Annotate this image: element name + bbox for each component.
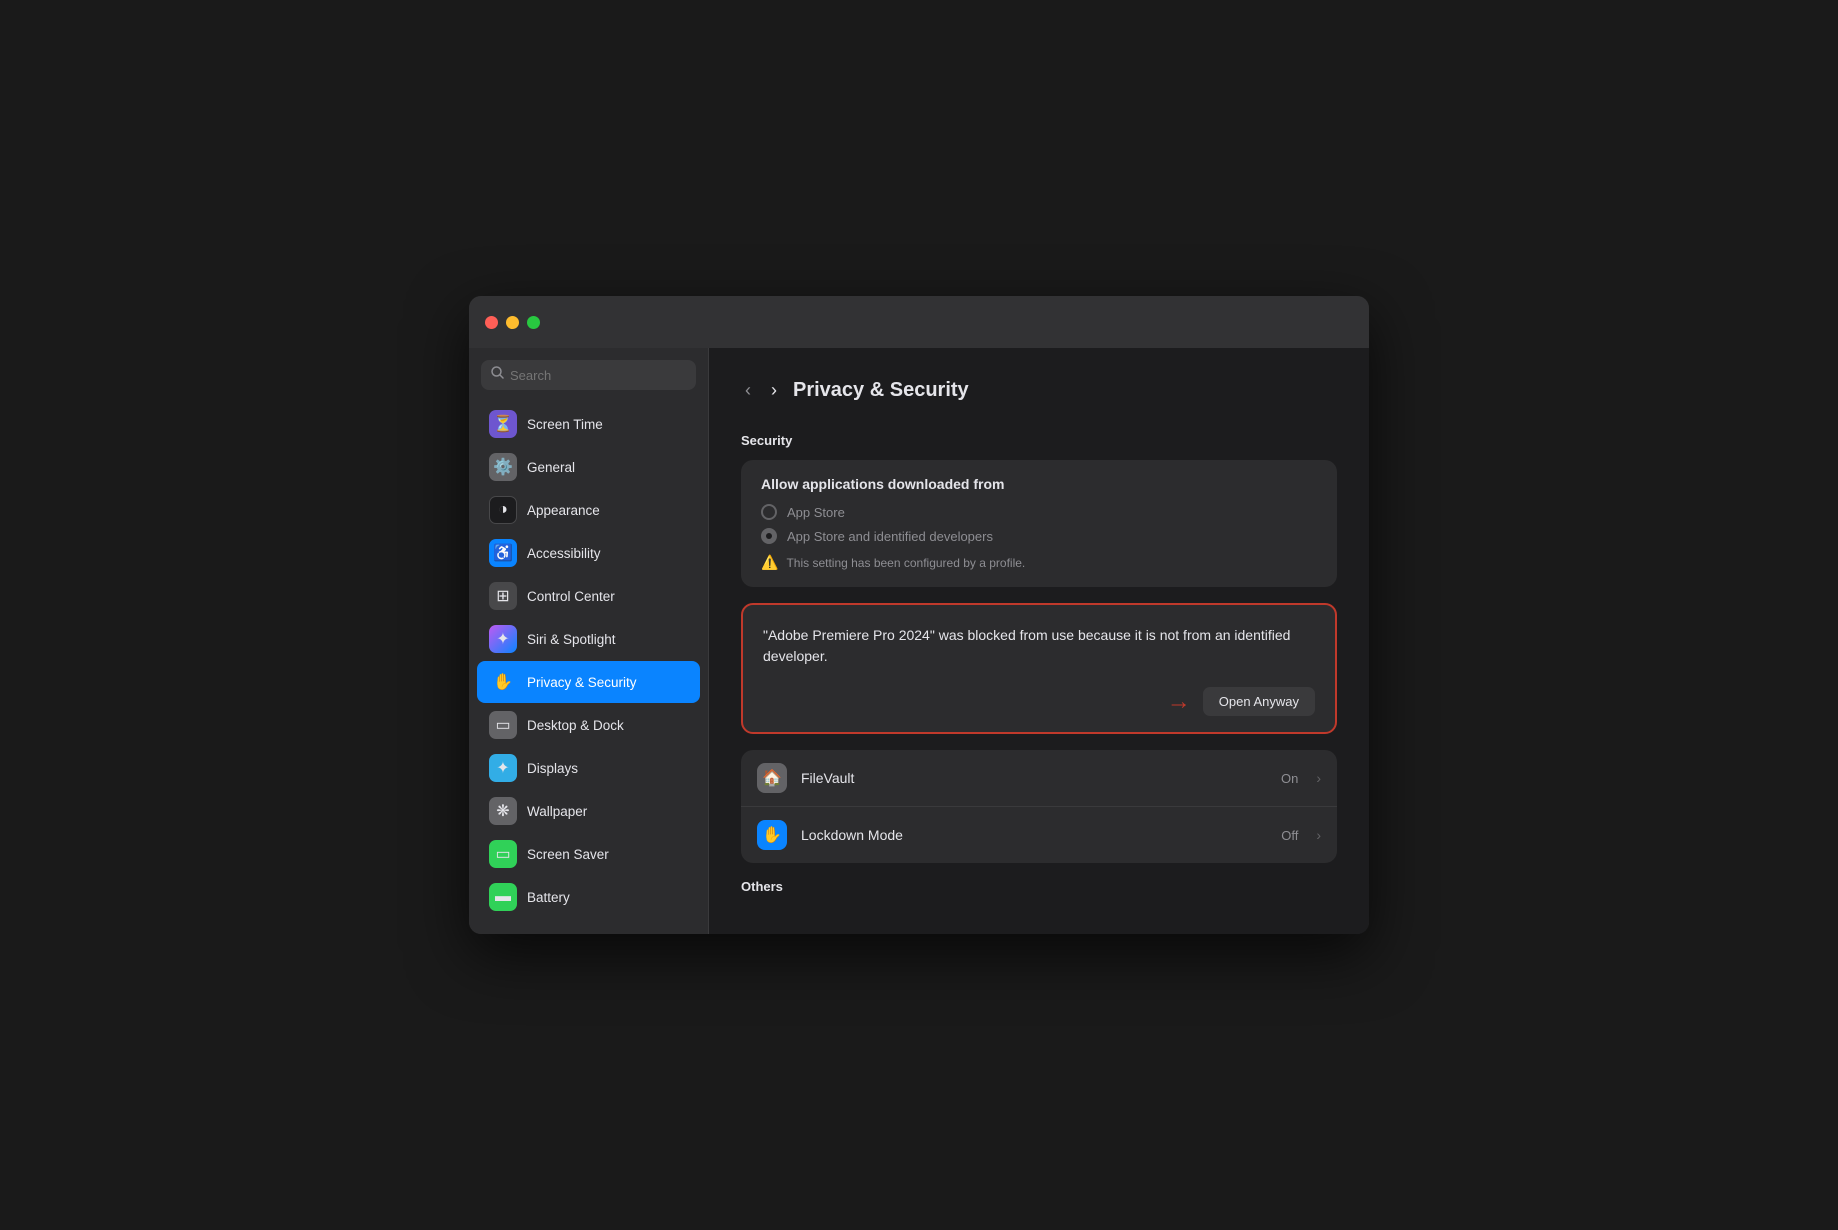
close-button[interactable] [485,316,498,329]
traffic-lights [485,316,540,329]
sidebar-label-screen-saver: Screen Saver [527,847,609,862]
sidebar-item-privacy-security[interactable]: ✋ Privacy & Security [477,661,700,703]
allow-downloads-title: Allow applications downloaded from [761,476,1317,492]
lockdown-mode-row[interactable]: ✋ Lockdown Mode Off › [741,807,1337,863]
search-input[interactable] [510,368,686,383]
lockdown-mode-value: Off [1281,828,1298,843]
radio-app-store-identified[interactable]: App Store and identified developers [761,528,1317,544]
sidebar-item-wallpaper[interactable]: ❋ Wallpaper [477,790,700,832]
page-title: Privacy & Security [793,379,969,402]
filevault-label: FileVault [801,770,1267,786]
filevault-icon: 🏠 [757,763,787,793]
sidebar-item-displays[interactable]: ✦ Displays [477,747,700,789]
window-body: ⏳ Screen Time ⚙️ General ◑ Appearance ♿ Accessi… [469,348,1369,934]
back-arrow[interactable]: ‹ [741,376,755,405]
sidebar-label-displays: Displays [527,761,578,776]
sidebar-label-wallpaper: Wallpaper [527,804,587,819]
search-icon [491,366,504,384]
minimize-button[interactable] [506,316,519,329]
sidebar-icon-screen-saver: ▭ [489,840,517,868]
radio-app-store-identified-circle[interactable] [761,528,777,544]
security-section-title: Security [741,433,1337,448]
main-content: ‹ › Privacy & Security Security Allow ap… [709,348,1369,934]
warning-icon: ⚠️ [761,554,778,571]
sidebar-icon-wallpaper: ❋ [489,797,517,825]
sidebar-item-siri-spotlight[interactable]: ✦ Siri & Spotlight [477,618,700,660]
sidebar-icon-screen-time: ⏳ [489,410,517,438]
blocked-app-message: "Adobe Premiere Pro 2024" was blocked fr… [763,625,1315,667]
search-bar[interactable] [481,360,696,390]
sidebar-item-accessibility[interactable]: ♿ Accessibility [477,532,700,574]
sidebar-label-battery: Battery [527,890,570,905]
nav-header: ‹ › Privacy & Security [741,376,1337,405]
allow-downloads-card: Allow applications downloaded from App S… [741,460,1337,587]
sidebar-icon-displays: ✦ [489,754,517,782]
maximize-button[interactable] [527,316,540,329]
sidebar-items: ⏳ Screen Time ⚙️ General ◑ Appearance ♿ Accessi… [469,402,708,919]
sidebar-icon-appearance: ◑ [489,496,517,524]
sidebar-item-screen-saver[interactable]: ▭ Screen Saver [477,833,700,875]
open-anyway-row: → Open Anyway [763,687,1315,716]
filevault-value: On [1281,771,1298,786]
sidebar-label-control-center: Control Center [527,589,615,604]
sidebar-icon-siri-spotlight: ✦ [489,625,517,653]
lockdown-mode-chevron: › [1316,827,1321,843]
sidebar-icon-accessibility: ♿ [489,539,517,567]
lockdown-mode-label: Lockdown Mode [801,827,1267,843]
sidebar-icon-privacy-security: ✋ [489,668,517,696]
others-section-title: Others [741,879,1337,894]
radio-app-store-identified-label: App Store and identified developers [787,529,993,544]
sidebar-icon-control-center: ⊞ [489,582,517,610]
sidebar-item-appearance[interactable]: ◑ Appearance [477,489,700,531]
filevault-row[interactable]: 🏠 FileVault On › [741,750,1337,807]
filevault-chevron: › [1316,770,1321,786]
radio-app-store-circle[interactable] [761,504,777,520]
sidebar: ⏳ Screen Time ⚙️ General ◑ Appearance ♿ Accessi… [469,348,709,934]
sidebar-item-battery[interactable]: ▬ Battery [477,876,700,918]
blocked-app-card: "Adobe Premiere Pro 2024" was blocked fr… [741,603,1337,734]
profile-warning-text: This setting has been configured by a pr… [786,556,1025,570]
radio-app-store[interactable]: App Store [761,504,1317,520]
titlebar [469,296,1369,348]
forward-arrow[interactable]: › [767,376,781,405]
radio-app-store-label: App Store [787,505,845,520]
sidebar-label-screen-time: Screen Time [527,417,603,432]
sidebar-label-desktop-dock: Desktop & Dock [527,718,624,733]
profile-warning: ⚠️ This setting has been configured by a… [761,554,1317,571]
sidebar-label-general: General [527,460,575,475]
sidebar-item-desktop-dock[interactable]: ▭ Desktop & Dock [477,704,700,746]
sidebar-label-siri-spotlight: Siri & Spotlight [527,632,616,647]
sidebar-icon-battery: ▬ [489,883,517,911]
sidebar-item-control-center[interactable]: ⊞ Control Center [477,575,700,617]
settings-window: ⏳ Screen Time ⚙️ General ◑ Appearance ♿ Accessi… [469,296,1369,934]
sidebar-item-screen-time[interactable]: ⏳ Screen Time [477,403,700,445]
sidebar-icon-desktop-dock: ▭ [489,711,517,739]
sidebar-item-general[interactable]: ⚙️ General [477,446,700,488]
security-settings-card: 🏠 FileVault On › ✋ Lockdown Mode Off › [741,750,1337,863]
sidebar-label-accessibility: Accessibility [527,546,601,561]
sidebar-label-privacy-security: Privacy & Security [527,675,637,690]
arrow-indicator-icon: → [1167,688,1191,716]
sidebar-label-appearance: Appearance [527,503,600,518]
sidebar-icon-general: ⚙️ [489,453,517,481]
open-anyway-button[interactable]: Open Anyway [1203,687,1315,716]
lockdown-mode-icon: ✋ [757,820,787,850]
